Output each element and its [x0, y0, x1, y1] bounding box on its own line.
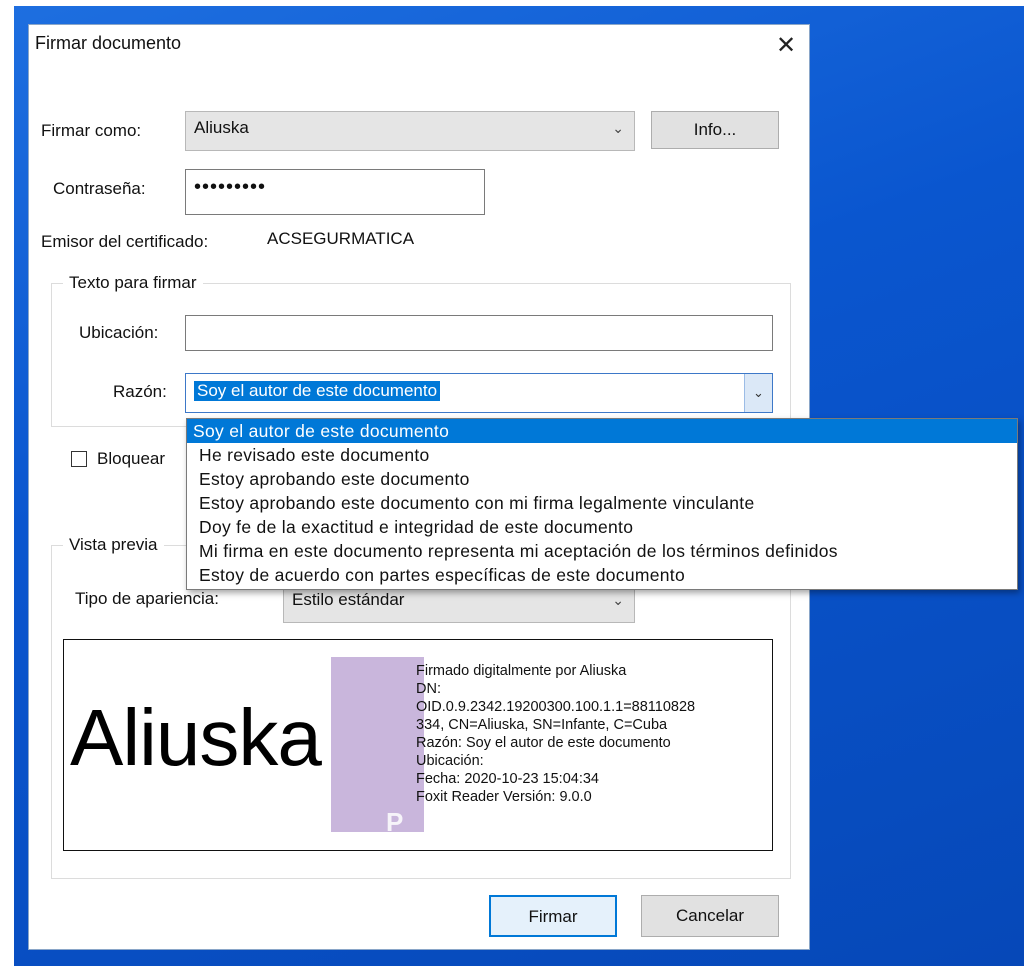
signature-line: Razón: Soy el autor de este documento [416, 735, 671, 751]
password-label: Contraseña: [53, 179, 146, 198]
reason-dropdown-list: Soy el autor de este documento He revisa… [186, 418, 1018, 590]
reason-selected-value: Soy el autor de este documento [194, 381, 441, 401]
signature-details: Firmado digitalmente por Aliuska DN: OID… [416, 662, 695, 806]
reason-option[interactable]: Doy fe de la exactitud e integridad de e… [187, 515, 1017, 539]
issuer-value: ACSEGURMATICA [267, 229, 415, 248]
chevron-down-icon: ⌄ [612, 592, 624, 608]
sign-button[interactable]: Firmar [489, 895, 617, 937]
signature-preview: P Aliuska Firmado digitalmente por Alius… [63, 639, 773, 851]
preview-group-title: Vista previa [63, 535, 164, 555]
signature-line: Foxit Reader Versión: 9.0.0 [416, 789, 592, 805]
location-label: Ubicación: [79, 323, 159, 342]
sign-as-select[interactable]: Aliuska ⌄ [185, 111, 635, 151]
info-button[interactable]: Info... [651, 111, 779, 149]
location-field[interactable] [185, 315, 773, 351]
signature-line: 334, CN=Aliuska, SN=Infante, C=Cuba [416, 717, 668, 733]
sign-as-value: Aliuska [194, 118, 249, 137]
logo-letter: P [386, 807, 404, 837]
signature-line: Fecha: 2020-10-23 15:04:34 [416, 771, 599, 787]
reason-option[interactable]: He revisado este documento [187, 443, 1017, 467]
reason-option[interactable]: Mi firma en este documento representa mi… [187, 539, 1017, 563]
signature-line: OID.0.9.2342.19200300.100.1.1=88110828 [416, 699, 696, 715]
chevron-down-icon[interactable]: ⌄ [744, 374, 772, 412]
sign-text-group-title: Texto para firmar [63, 273, 203, 293]
appearance-type-label: Tipo de apariencia: [75, 589, 219, 608]
signature-name: Aliuska [70, 693, 322, 782]
close-icon[interactable]: ✕ [769, 29, 803, 63]
chevron-down-icon: ⌄ [612, 120, 624, 136]
reason-option[interactable]: Estoy aprobando este documento [187, 467, 1017, 491]
password-field[interactable]: ••••••••• [185, 169, 485, 215]
issuer-label: Emisor del certificado: [41, 232, 209, 251]
reason-option[interactable]: Soy el autor de este documento [187, 419, 1017, 443]
screen-edge-top [0, 0, 1024, 6]
reason-label: Razón: [113, 382, 167, 401]
sign-as-label: Firmar como: [41, 121, 142, 140]
cancel-button[interactable]: Cancelar [641, 895, 779, 937]
reason-select[interactable]: Soy el autor de este documento ⌄ [185, 373, 773, 413]
signature-line: Ubicación: [416, 753, 484, 769]
lock-checkbox-label: Bloquear [97, 449, 166, 468]
lock-checkbox[interactable] [71, 451, 87, 467]
reason-option[interactable]: Estoy aprobando este documento con mi fi… [187, 491, 1017, 515]
foxit-logo: P [331, 657, 424, 837]
signature-line: Firmado digitalmente por Aliuska [416, 663, 627, 679]
appearance-type-value: Estilo estándar [292, 590, 405, 609]
reason-option[interactable]: Estoy de acuerdo con partes específicas … [187, 563, 1017, 587]
screen-edge [0, 0, 14, 966]
signature-line: DN: [416, 681, 441, 697]
dialog-title: Firmar documento [35, 33, 182, 53]
